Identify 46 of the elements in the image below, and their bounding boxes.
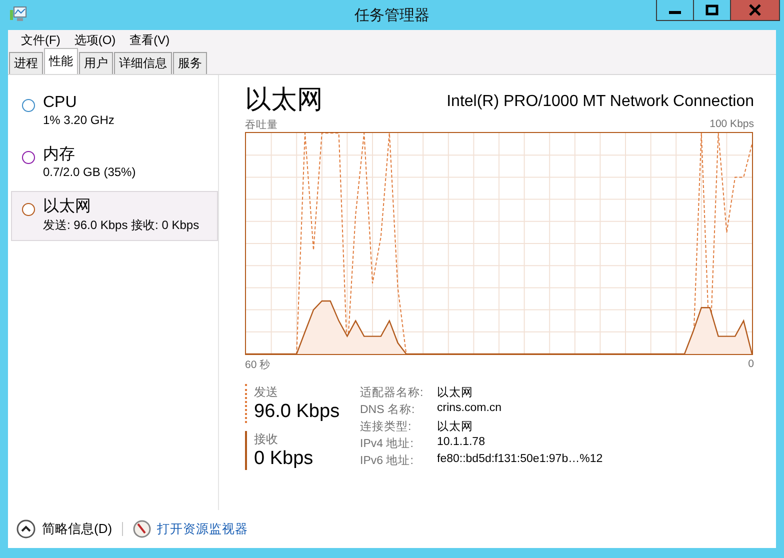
chart-label: 吞吐量 bbox=[245, 118, 278, 132]
tab[interactable]: 服务 bbox=[173, 52, 207, 74]
chart-max-label: 100 Kbps bbox=[710, 118, 754, 132]
tab[interactable]: 详细信息 bbox=[114, 52, 172, 74]
property-value: 以太网 bbox=[437, 420, 474, 434]
summary-toggle[interactable]: 简略信息(D) bbox=[42, 520, 112, 538]
menu-item[interactable]: 文件(F) bbox=[14, 32, 68, 49]
property-value: fe80::bd5d:f131:50e1:97b…%12 bbox=[437, 453, 603, 467]
axis-label: 0 bbox=[748, 358, 754, 372]
property-label: IPv4 地址: bbox=[360, 436, 414, 451]
panel-title: 以太网 bbox=[245, 83, 323, 115]
property-label: DNS 名称: bbox=[360, 402, 416, 417]
item-name: CPU bbox=[43, 93, 78, 113]
window-title: 任务管理器 bbox=[354, 6, 430, 24]
item-name: 内存 bbox=[43, 145, 76, 165]
item-name: 以太网 bbox=[43, 197, 92, 217]
stat-value: 0 Kbps bbox=[254, 448, 314, 470]
maximize-icon bbox=[705, 4, 719, 16]
collapse-icon[interactable] bbox=[16, 519, 36, 539]
item-detail: 0.7/2.0 GB (35%) bbox=[43, 165, 136, 179]
resource-monitor-link[interactable]: 打开资源监视器 bbox=[157, 520, 248, 538]
monitor-icon bbox=[9, 6, 27, 22]
close-icon bbox=[748, 4, 762, 16]
stat-label: 发送 bbox=[254, 384, 279, 401]
axis-label: 60 秒 bbox=[245, 358, 271, 372]
tab[interactable]: 用户 bbox=[79, 52, 113, 74]
adapter-name: Intel(R) PRO/1000 MT Network Connection bbox=[446, 93, 754, 111]
property-label: 连接类型: bbox=[360, 420, 412, 434]
sidebar-item[interactable]: 以太网 发送: 96.0 Kbps 接收: 0 Kbps bbox=[11, 191, 218, 241]
tab[interactable]: 进程 bbox=[9, 52, 43, 74]
sidebar-item[interactable]: 内存 0.7/2.0 GB (35%) bbox=[11, 139, 218, 186]
property-label: 适配器名称: bbox=[360, 386, 424, 400]
property-value: 以太网 bbox=[437, 386, 474, 400]
stat-label: 接收 bbox=[254, 431, 279, 448]
property-label: IPv6 地址: bbox=[360, 454, 414, 468]
item-detail: 1% 3.20 GHz bbox=[43, 113, 114, 127]
item-detail: 发送: 96.0 Kbps 接收: 0 Kbps bbox=[43, 217, 200, 234]
property-value: crins.com.cn bbox=[437, 402, 503, 416]
menu-item[interactable]: 查看(V) bbox=[122, 32, 177, 49]
close-button[interactable] bbox=[730, 0, 779, 20]
stat-value: 96.0 Kbps bbox=[254, 401, 341, 423]
gauge-icon bbox=[133, 520, 152, 538]
sidebar-item[interactable]: CPU 1% 3.20 GHz bbox=[11, 87, 218, 134]
menu-item[interactable]: 选项(O) bbox=[67, 32, 123, 49]
tab[interactable]: 性能 bbox=[44, 48, 78, 74]
property-value: 10.1.1.78 bbox=[437, 436, 486, 450]
